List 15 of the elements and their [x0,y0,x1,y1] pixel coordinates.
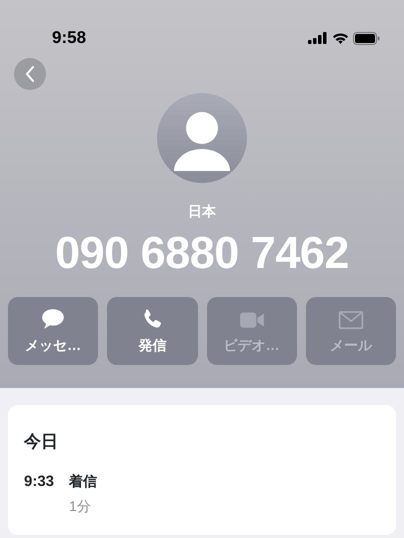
back-button[interactable] [14,58,46,90]
battery-icon [353,32,380,44]
signal-icon [308,32,328,44]
call-time: 9:33 [24,472,56,492]
chevron-left-icon [25,66,35,82]
phone-number: 090 6880 7462 [55,230,349,275]
wifi-icon [332,32,349,44]
call-duration: 1分 [69,496,92,516]
contact-label: 日本 [188,202,216,221]
speech-bubble-icon [40,306,66,330]
message-button[interactable]: メッセ… [8,297,98,365]
call-type: 着信 [69,472,97,490]
call-button[interactable]: 発信 [107,297,198,365]
status-time: 9:58 [52,27,86,50]
history-heading: 今日 [24,431,59,453]
